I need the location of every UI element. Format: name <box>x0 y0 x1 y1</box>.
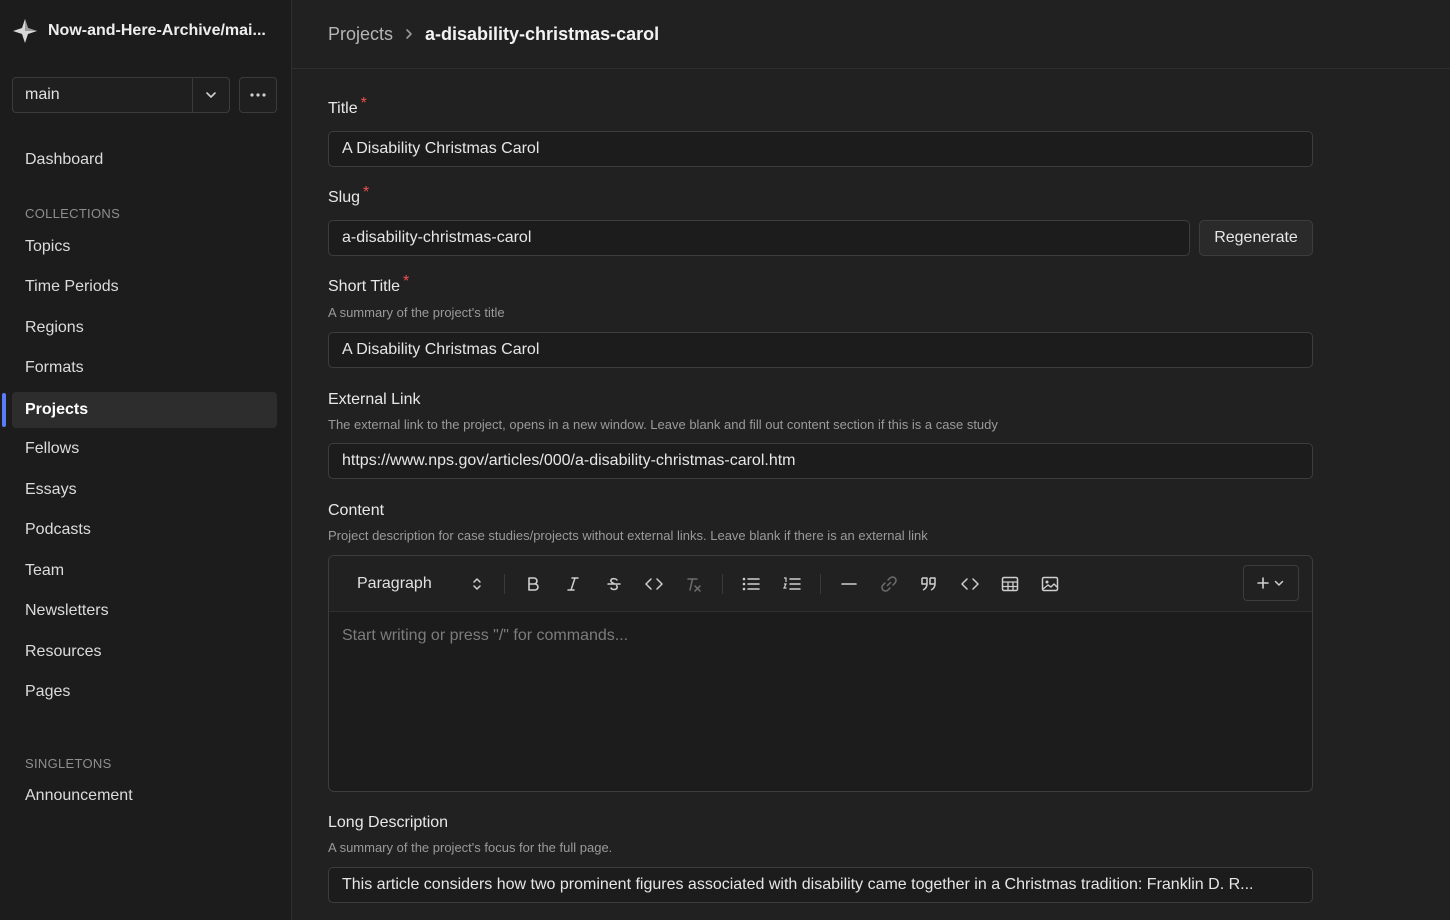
italic-icon[interactable] <box>559 570 587 598</box>
numbered-list-icon[interactable] <box>778 570 806 598</box>
short-title-label-text: Short Title <box>328 278 401 295</box>
chevron-down-icon <box>1273 577 1285 589</box>
blockquote-icon[interactable] <box>915 570 943 598</box>
editor-placeholder[interactable]: Start writing or press "/" for commands.… <box>342 627 628 645</box>
chevron-down-icon[interactable] <box>192 78 229 112</box>
required-indicator: * <box>363 184 370 201</box>
collections-heading: COLLECTIONS <box>25 206 121 221</box>
repo-header[interactable]: Now-and-Here-Archive/mai... <box>12 18 266 44</box>
breadcrumb-current: a-disability-christmas-carol <box>425 23 660 44</box>
code-block-icon[interactable] <box>956 570 984 598</box>
app: Now-and-Here-Archive/mai... main Dashboa… <box>0 0 1450 920</box>
horizontal-rule-icon[interactable] <box>835 570 863 598</box>
nav-regions[interactable]: Regions <box>12 310 277 346</box>
long-description-description: A summary of the project's focus for the… <box>328 840 613 855</box>
short-title-input[interactable]: A Disability Christmas Carol <box>328 332 1313 368</box>
external-link-description: The external link to the project, opens … <box>328 417 998 432</box>
main-content: Projects a-disability-christmas-carol Ti… <box>292 0 1450 920</box>
code-icon[interactable] <box>640 570 668 598</box>
toolbar-divider <box>820 574 821 594</box>
toolbar-divider <box>722 574 723 594</box>
nav-announcement[interactable]: Announcement <box>12 778 277 814</box>
content-label: Content <box>328 502 385 519</box>
image-icon[interactable] <box>1036 570 1064 598</box>
nav-dashboard[interactable]: Dashboard <box>12 142 277 178</box>
more-options-button[interactable] <box>239 77 277 113</box>
nav-time-periods[interactable]: Time Periods <box>12 269 277 305</box>
link-icon[interactable] <box>875 570 903 598</box>
external-link-label: External Link <box>328 391 421 408</box>
nav-resources[interactable]: Resources <box>12 634 277 670</box>
bullet-list-icon[interactable] <box>737 570 765 598</box>
required-indicator: * <box>360 95 367 112</box>
strikethrough-icon[interactable] <box>600 570 628 598</box>
plus-icon <box>1257 577 1269 589</box>
long-description-input[interactable]: This article considers how two prominent… <box>328 867 1313 903</box>
ellipsis-icon <box>250 93 266 97</box>
nav-newsletters[interactable]: Newsletters <box>12 593 277 629</box>
external-link-input[interactable]: https://www.nps.gov/articles/000/a-disab… <box>328 443 1313 479</box>
chevron-up-down-icon[interactable] <box>467 570 487 598</box>
nav-projects[interactable]: Projects <box>12 392 277 428</box>
nav-fellows[interactable]: Fellows <box>12 431 277 467</box>
singletons-heading: SINGLETONS <box>25 756 112 771</box>
nav-pages[interactable]: Pages <box>12 674 277 710</box>
block-type-select[interactable]: Paragraph <box>357 570 432 598</box>
keystatic-logo-icon <box>12 18 38 44</box>
title-label: Title * <box>328 95 367 118</box>
content-editor: Paragraph Start writing or press "/" for… <box>328 555 1313 792</box>
short-title-description: A summary of the project's title <box>328 305 505 320</box>
regenerate-slug-button[interactable]: Regenerate <box>1199 220 1313 256</box>
active-indicator <box>2 393 6 427</box>
slug-label: Slug * <box>328 184 369 207</box>
editor-toolbar: Paragraph <box>329 556 1312 612</box>
chevron-right-icon <box>403 28 415 40</box>
slug-label-text: Slug <box>328 189 361 206</box>
nav-essays[interactable]: Essays <box>12 472 277 508</box>
branch-picker[interactable]: main <box>12 77 230 113</box>
nav-podcasts[interactable]: Podcasts <box>12 512 277 548</box>
table-icon[interactable] <box>996 570 1024 598</box>
breadcrumb-parent-link[interactable]: Projects <box>328 24 393 45</box>
nav-formats[interactable]: Formats <box>12 350 277 386</box>
sidebar: Now-and-Here-Archive/mai... main Dashboa… <box>0 0 292 920</box>
long-description-label: Long Description <box>328 814 449 831</box>
clear-formatting-icon[interactable] <box>680 570 708 598</box>
nav-team[interactable]: Team <box>12 553 277 589</box>
required-indicator: * <box>403 273 410 290</box>
bold-icon[interactable] <box>519 570 547 598</box>
short-title-label: Short Title * <box>328 273 409 296</box>
branch-name: main <box>25 86 60 103</box>
insert-menu-button[interactable] <box>1243 565 1299 601</box>
title-input[interactable]: A Disability Christmas Carol <box>328 131 1313 167</box>
repo-title: Now-and-Here-Archive/mai... <box>48 22 266 39</box>
branch-controls: main <box>12 77 277 113</box>
breadcrumb: Projects a-disability-christmas-carol <box>292 0 1450 69</box>
nav-topics[interactable]: Topics <box>12 229 277 265</box>
toolbar-divider <box>504 574 505 594</box>
content-description: Project description for case studies/pro… <box>328 528 928 543</box>
slug-input[interactable]: a-disability-christmas-carol <box>328 220 1190 256</box>
title-label-text: Title <box>328 100 358 117</box>
